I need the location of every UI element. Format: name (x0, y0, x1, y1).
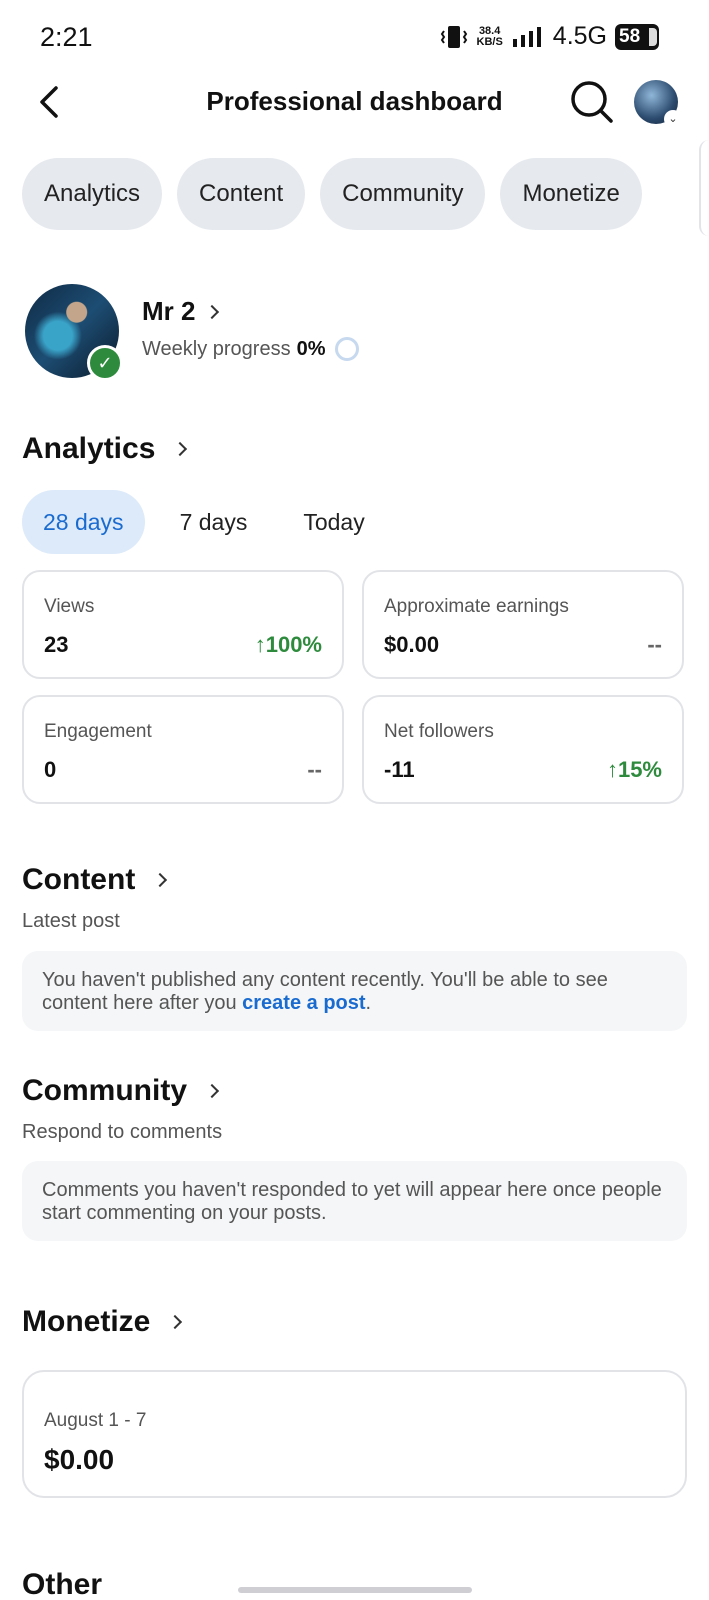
profile-name: Mr 2 (142, 296, 196, 326)
chevron-right-icon (173, 441, 188, 457)
metric-delta: -- (307, 757, 322, 782)
metric-value: $0.00 (384, 632, 440, 657)
chevron-down-icon: ⌄ (664, 110, 682, 128)
home-indicator[interactable] (238, 1587, 472, 1593)
battery-icon: 58 (615, 23, 659, 50)
weekly-progress: Weekly progress 0% (142, 337, 360, 361)
chevron-right-icon (205, 304, 220, 319)
weekly-progress-value: 0% (296, 337, 326, 360)
monetize-amount: $0.00 (44, 1444, 115, 1475)
content-subtitle: Latest post (22, 910, 120, 932)
tab-analytics[interactable]: Analytics (22, 158, 163, 230)
edge-handle[interactable] (699, 140, 709, 236)
metric-delta-value: 15% (617, 757, 662, 782)
battery-level: 58 (619, 25, 641, 47)
chevron-right-icon (204, 1083, 220, 1099)
content-section-header[interactable]: Content (22, 863, 168, 897)
metric-delta-value: 100% (265, 632, 322, 657)
status-icons: 38.4 KB/S 4.5G 58 (439, 22, 659, 51)
signal-icon (512, 26, 541, 47)
metric-label: Views (44, 596, 95, 617)
content-empty-message: You haven't published any content recent… (22, 951, 687, 1031)
account-switcher-avatar[interactable]: ⌄ (634, 80, 682, 128)
status-bar: 2:21 38.4 KB/S 4.5G 58 (0, 0, 709, 76)
check-icon: ✓ (87, 345, 123, 381)
network-speed: 38.4 KB/S (476, 24, 503, 48)
metric-card-engagement[interactable]: Engagement 0 -- (22, 695, 344, 804)
monetize-title: Monetize (22, 1305, 151, 1338)
metric-delta: -- (647, 632, 662, 657)
progress-ring-icon (335, 337, 360, 361)
vibrate-icon (440, 25, 467, 48)
range-today[interactable]: Today (282, 490, 385, 554)
arrow-up-icon: ↑ (254, 632, 266, 657)
monetize-section-header[interactable]: Monetize (22, 1305, 183, 1339)
metric-value: 0 (44, 757, 57, 782)
metric-card-earnings[interactable]: Approximate earnings $0.00 -- (362, 570, 684, 679)
status-time: 2:21 (40, 22, 93, 52)
analytics-title: Analytics (22, 432, 156, 465)
metric-card-net-followers[interactable]: Net followers -11 ↑15% (362, 695, 684, 804)
metric-label: Engagement (44, 721, 152, 742)
metric-value: 23 (44, 632, 69, 657)
date-range-selector: 28 days 7 days Today (22, 490, 400, 554)
tab-content[interactable]: Content (177, 158, 306, 230)
arrow-up-icon: ↑ (606, 757, 618, 782)
metric-delta: ↑100% (255, 632, 322, 658)
network-type: 4.5G (552, 22, 607, 50)
profile-name-link[interactable]: Mr 2 (142, 296, 220, 327)
network-speed-unit: KB/S (476, 35, 503, 48)
metric-label: Approximate earnings (384, 596, 569, 617)
range-7-days[interactable]: 7 days (159, 490, 269, 554)
content-message-suffix: . (365, 992, 372, 1014)
search-icon (571, 81, 613, 123)
content-title: Content (22, 863, 136, 896)
monetize-date-range: August 1 - 7 (44, 1410, 147, 1431)
chevron-right-icon (168, 1314, 183, 1330)
monetize-earnings-card[interactable]: August 1 - 7 $0.00 (22, 1370, 687, 1498)
community-subtitle: Respond to comments (22, 1121, 223, 1143)
weekly-progress-label: Weekly progress (142, 337, 291, 360)
search-button[interactable] (568, 78, 616, 126)
metric-value: -11 (384, 757, 415, 782)
range-28-days[interactable]: 28 days (22, 490, 145, 554)
network-speed-value: 38.4 (478, 24, 501, 37)
tab-community[interactable]: Community (320, 158, 486, 230)
analytics-section-header[interactable]: Analytics (22, 432, 188, 466)
metric-delta: ↑15% (607, 757, 662, 783)
section-tabs: Analytics Content Community Monetize (22, 158, 642, 230)
create-post-link[interactable]: create a post (242, 992, 365, 1014)
other-section-title: Other (22, 1568, 103, 1600)
community-empty-message: Comments you haven't responded to yet wi… (22, 1161, 687, 1241)
top-app-bar: Professional dashboard ⌄ (0, 76, 709, 132)
chevron-right-icon (153, 872, 168, 888)
tab-monetize[interactable]: Monetize (500, 158, 642, 230)
metric-label: Net followers (384, 721, 494, 742)
community-section-header[interactable]: Community (22, 1074, 220, 1108)
metric-card-views[interactable]: Views 23 ↑100% (22, 570, 344, 679)
community-title: Community (22, 1074, 187, 1107)
